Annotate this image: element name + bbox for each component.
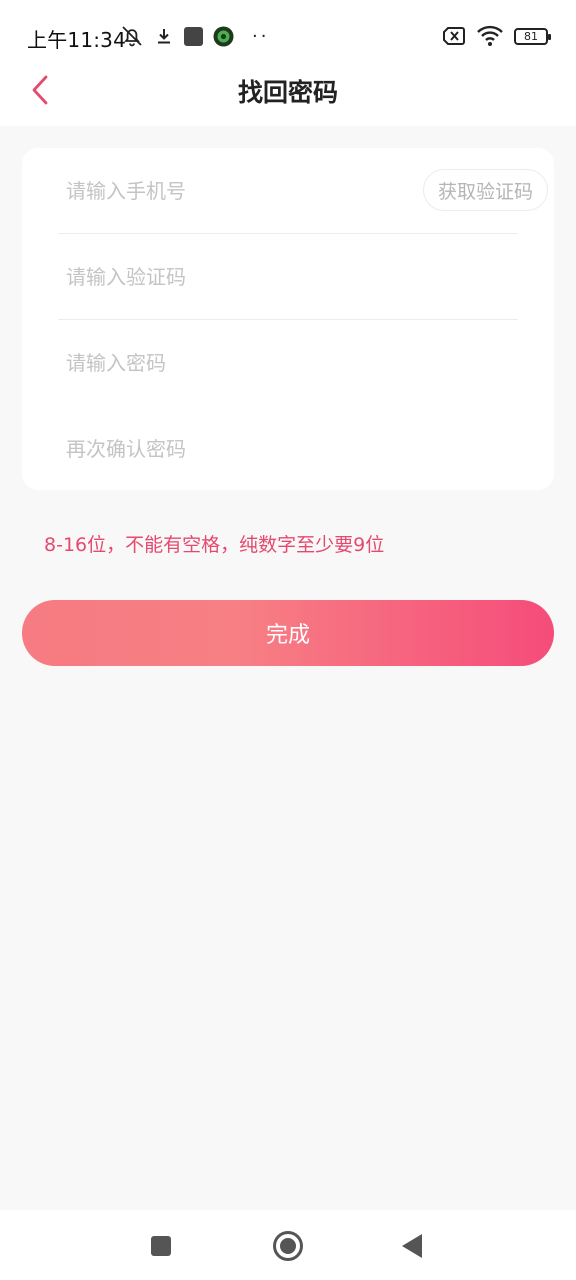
system-nav-bar — [0, 1210, 576, 1280]
phone-input[interactable] — [58, 178, 358, 203]
battery-level: 81 — [524, 29, 538, 43]
home-button[interactable] — [266, 1224, 310, 1268]
submit-button[interactable]: 完成 — [22, 600, 554, 666]
triangle-back-icon — [402, 1234, 422, 1258]
password-input[interactable] — [58, 351, 358, 375]
square-icon — [151, 1236, 171, 1256]
app-square-icon — [184, 26, 203, 46]
password-hint: 8-16位，不能有空格，纯数字至少要9位 — [44, 534, 385, 556]
status-icons-left: ·· — [120, 22, 269, 50]
header: 找回密码 — [0, 72, 576, 126]
wifi-icon — [477, 25, 503, 46]
nav-back-button[interactable] — [390, 1224, 434, 1268]
confirm-password-row — [58, 406, 518, 492]
password-row — [58, 320, 518, 406]
recent-apps-button[interactable] — [139, 1224, 183, 1268]
bell-off-icon — [122, 26, 142, 47]
code-row — [58, 234, 518, 320]
sim-x-icon — [443, 27, 465, 45]
app-badge-icon — [213, 26, 234, 46]
code-input[interactable] — [58, 264, 358, 289]
status-bar: 上午11:34 ·· 81 — [0, 0, 576, 72]
status-icons-right: 81 — [442, 22, 551, 50]
download-icon — [158, 29, 170, 44]
confirm-password-input[interactable] — [58, 437, 358, 461]
circle-home-icon — [273, 1231, 303, 1261]
page-title: 找回密码 — [237, 78, 338, 107]
reset-password-form: 获取验证码 — [22, 148, 554, 490]
battery-icon: 81 — [514, 27, 551, 45]
get-code-button[interactable]: 获取验证码 — [422, 169, 548, 211]
status-time: 上午11:34 — [27, 28, 127, 52]
status-more-dots: ·· — [252, 25, 270, 47]
